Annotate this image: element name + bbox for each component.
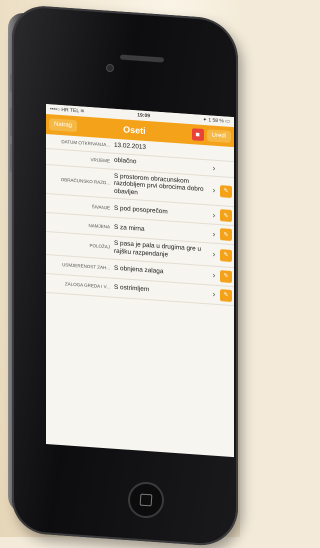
field-label: NAMJENA: [88, 222, 110, 230]
edit-spacer: [220, 153, 232, 154]
page-title: Oseti: [123, 124, 146, 136]
field-label: OBRAČUNSKO RAZD...: [60, 177, 110, 186]
edit-row-button[interactable]: ✎: [220, 228, 232, 242]
field-label: VRIJEME: [90, 156, 110, 164]
chevron-right-icon: [210, 152, 218, 153]
chevron-right-icon: ›: [212, 229, 216, 239]
edit-row-button[interactable]: ✎: [220, 249, 232, 262]
field-value: oblačno: [114, 157, 137, 166]
chevron-right-icon: ›: [212, 250, 216, 260]
field-value: S pasa je pala u drugima gre u rajšku ra…: [114, 240, 202, 259]
chevron-right-icon: ›: [212, 186, 216, 196]
app-screen: ••••○ HR TEL ≋ 19:09 ✦ 1 58 % ▭ Natrag O…: [46, 104, 234, 458]
back-button[interactable]: Natrag: [49, 118, 78, 133]
chevron-right-icon: ›: [212, 270, 216, 280]
battery-text: ✦ 1 58 % ▭: [202, 116, 230, 125]
trash-icon: ■: [195, 130, 200, 139]
edit-row-button[interactable]: ✎: [220, 185, 232, 198]
field-label: DATUM OTKRIVANJA...: [61, 139, 110, 148]
field-label: USMJERENOST ZAH...: [62, 262, 110, 271]
home-square-icon: [139, 493, 153, 507]
field-value: S pod posoprečom: [114, 204, 168, 216]
field-value: S prostorom obracunskom razdobljem prvi …: [114, 172, 204, 197]
chevron-right-icon: ›: [212, 210, 216, 220]
field-value: S obnjena zalaga: [114, 264, 164, 275]
field-label: POLOŽAJ: [89, 243, 110, 250]
edit-spacer: [220, 168, 232, 169]
detail-list: DATUM OTKRIVANJA... 13.02.2013 VRIJEME obla…: [46, 134, 234, 306]
field-label: ZALOGA GREDA I V...: [64, 281, 110, 290]
front-camera-icon: [106, 64, 114, 72]
clock-text: 19:09: [137, 112, 151, 120]
edit-row-button[interactable]: ✎: [220, 288, 232, 302]
chevron-right-icon: ›: [212, 163, 216, 173]
iphone-device: ••••○ HR TEL ≋ 19:09 ✦ 1 58 % ▭ Natrag O…: [8, 4, 244, 548]
field-value: S ostrimljem: [114, 283, 150, 293]
edit-row-button[interactable]: ✎: [220, 269, 232, 283]
chevron-right-icon: ›: [212, 289, 216, 299]
field-value: S za mirna: [114, 223, 145, 233]
edit-row-button[interactable]: ✎: [220, 209, 232, 223]
delete-button[interactable]: ■: [191, 128, 204, 142]
edit-button[interactable]: Uredi: [206, 129, 231, 143]
field-label: ŠIVANJE: [91, 204, 110, 211]
carrier-text: ••••○ HR TEL ≋: [50, 106, 85, 115]
